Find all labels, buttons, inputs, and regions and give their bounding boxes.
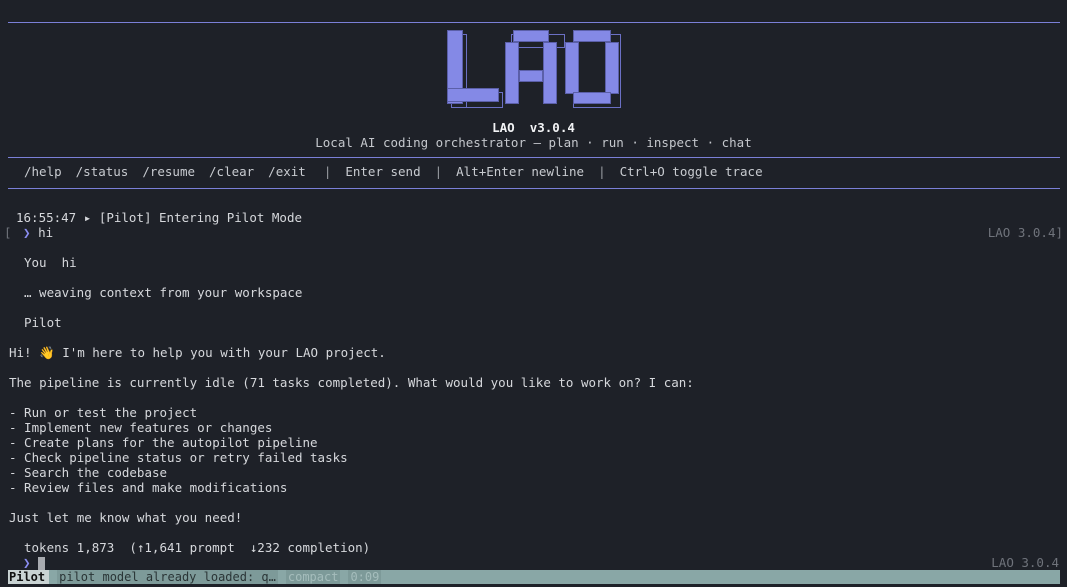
help-separator: |: [323, 164, 332, 179]
hint-alt-enter-newline: Alt+Enter newline: [456, 164, 585, 179]
capability-item: - Check pipeline status or retry failed …: [9, 450, 348, 465]
input-line[interactable]: ❯: [23, 555, 46, 571]
hint-ctrl-o-toggle-trace: Ctrl+O toggle trace: [619, 164, 763, 179]
status-command[interactable]: /status: [76, 164, 129, 179]
app-title: LAO v3.0.4: [0, 120, 1067, 135]
log-text: [Pilot] Entering Pilot Mode: [98, 210, 303, 225]
user-message-text: hi: [61, 255, 77, 270]
log-marker-icon: ▸: [83, 210, 92, 225]
lao-logo: [447, 30, 627, 110]
capability-item: - Search the codebase: [9, 465, 168, 480]
help-command[interactable]: /help: [24, 164, 62, 179]
pilot-label: Pilot: [24, 315, 62, 330]
bottom-version-tag: LAO 3.0.4: [991, 555, 1059, 570]
compact-indicator: compact: [285, 570, 341, 584]
app-version: v3.0.4: [529, 120, 575, 135]
exit-command[interactable]: /exit: [268, 164, 306, 179]
status-bar: Pilot pilot model already loaded: q… com…: [8, 570, 1060, 584]
log-entry: 16:55:47 ▸ [Pilot] Entering Pilot Mode: [16, 210, 302, 225]
capability-item: - Implement new features or changes: [9, 420, 273, 435]
help-separator: |: [434, 164, 443, 179]
capability-item: - Run or test the project: [9, 405, 198, 420]
app-name: LAO: [492, 120, 515, 135]
capability-item: - Review files and make modifications: [9, 480, 288, 495]
you-label: You: [24, 255, 47, 270]
prompt-arrow-icon: ❯: [23, 225, 31, 240]
resume-command[interactable]: /resume: [142, 164, 195, 179]
help-separator: |: [598, 164, 606, 179]
version-tag: LAO 3.0.4]: [987, 225, 1063, 240]
clear-command[interactable]: /clear: [209, 164, 254, 179]
thinking-indicator: … weaving context from your workspace: [24, 285, 303, 300]
help-bottom-rule: [8, 188, 1060, 189]
app-tagline: Local AI coding orchestrator — plan · ru…: [315, 135, 752, 150]
left-bracket: [: [4, 225, 12, 240]
pipeline-status: The pipeline is currently idle (71 tasks…: [9, 375, 694, 390]
token-usage: tokens 1,873 (↑1,641 prompt ↓232 complet…: [24, 540, 371, 555]
log-time: 16:55:47: [16, 210, 77, 225]
closing-message: Just let me know what you need!: [9, 510, 243, 525]
user-message: You hi: [24, 255, 77, 270]
status-message: pilot model already loaded: q…: [57, 570, 278, 584]
prompt-echo: ❯ hi: [23, 225, 53, 240]
capability-item: - Create plans for the autopilot pipelin…: [9, 435, 318, 450]
elapsed-timer: 0:09: [348, 570, 382, 584]
hint-enter-send: Enter send: [345, 164, 421, 179]
prompt-arrow-icon: ❯: [23, 555, 31, 570]
text-cursor: [38, 556, 46, 571]
prompt-echo-text: hi: [38, 225, 54, 240]
pilot-greeting: Hi! 👋 I'm here to help you with your LAO…: [9, 345, 386, 360]
help-bar: /help /status /resume /clear /exit | Ent…: [24, 164, 763, 179]
header-top-rule: [8, 22, 1060, 23]
help-top-rule: [8, 157, 1060, 158]
mode-indicator: Pilot: [8, 570, 50, 584]
